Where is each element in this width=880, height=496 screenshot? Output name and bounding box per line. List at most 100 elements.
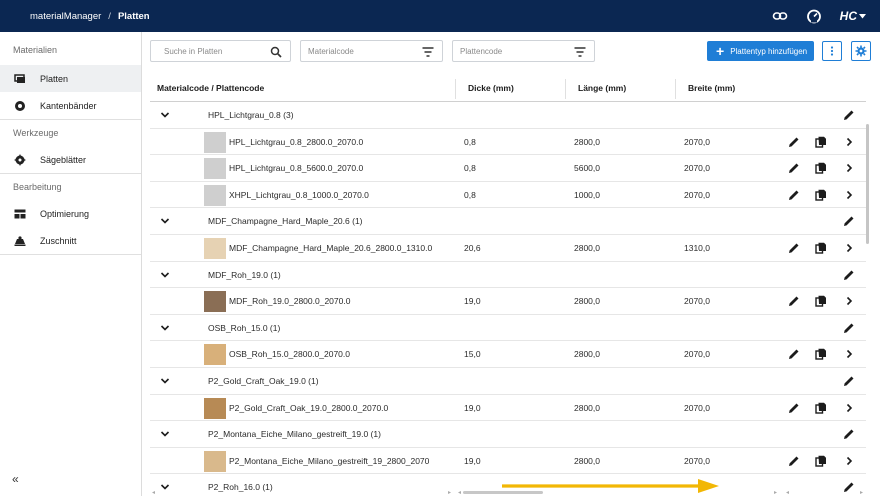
sidebar-item-optimierung[interactable]: Optimierung (0, 200, 141, 227)
table-row[interactable]: MDF_Champagne_Hard_Maple_20.6_2800.0_131… (150, 235, 866, 262)
plate-code: HPL_Lichtgrau_0.8_5600.0_2070.0 (229, 163, 364, 174)
copy-icon[interactable] (814, 347, 828, 361)
length-value: 1000,0 (574, 189, 600, 200)
table-row[interactable]: P2_Gold_Craft_Oak_19.0_2800.0_2070.0 19,0… (150, 395, 866, 422)
plattencode-filter-input[interactable] (460, 46, 560, 56)
chevron-down-icon[interactable] (160, 323, 170, 333)
copy-icon[interactable] (814, 241, 828, 255)
copy-icon[interactable] (814, 135, 828, 149)
chevron-right-icon[interactable] (842, 188, 856, 202)
optimization-icon (13, 207, 26, 220)
chevron-down-icon[interactable] (160, 376, 170, 386)
materialcode-filter[interactable] (300, 40, 443, 62)
edit-icon[interactable] (842, 321, 856, 335)
material-thumbnail (204, 158, 226, 180)
link-icon[interactable] (772, 8, 788, 24)
edit-icon[interactable] (787, 161, 801, 175)
column-divider[interactable] (565, 79, 566, 99)
group-row[interactable]: OSB_Roh_15.0 (1) (150, 315, 866, 342)
length-value: 2800,0 (574, 296, 600, 307)
edit-icon[interactable] (842, 427, 856, 441)
edit-icon[interactable] (787, 241, 801, 255)
search-icon[interactable] (269, 45, 282, 58)
sidebar-item-platten[interactable]: Platten (0, 65, 141, 92)
copy-icon[interactable] (814, 454, 828, 468)
brand-menu[interactable]: HC (840, 9, 866, 23)
chevron-down-icon[interactable] (160, 110, 170, 120)
copy-icon[interactable] (814, 401, 828, 415)
more-options-button[interactable] (822, 41, 842, 61)
chevron-right-icon[interactable] (842, 401, 856, 415)
sidebar-section-bearbeitung: Bearbeitung (0, 173, 141, 200)
group-row[interactable]: MDF_Roh_19.0 (1) (150, 262, 866, 289)
scroll-right-icon[interactable]: ▸ (860, 489, 863, 496)
material-thumbnail (204, 450, 226, 472)
chevron-right-icon[interactable] (842, 294, 856, 308)
table-row[interactable]: XHPL_Lichtgrau_0.8_1000.0_2070.0 0,8 1000,… (150, 182, 866, 209)
collapse-sidebar-button[interactable]: « (12, 472, 19, 486)
column-header-dicke[interactable]: Dicke (mm) (468, 76, 514, 101)
group-row[interactable]: P2_Gold_Craft_Oak_19.0 (1) (150, 368, 866, 395)
vertical-scrollbar-thumb[interactable] (866, 124, 869, 244)
plattencode-filter[interactable] (452, 40, 595, 62)
edit-icon[interactable] (842, 214, 856, 228)
plate-code: P2_Montana_Eiche_Milano_gestreift_19_280… (229, 455, 430, 466)
edit-icon[interactable] (787, 454, 801, 468)
scroll-left-icon[interactable]: ◂ (458, 489, 461, 496)
column-divider[interactable] (675, 79, 676, 99)
column-header-breite[interactable]: Breite (mm) (688, 76, 735, 101)
chevron-down-icon[interactable] (160, 429, 170, 439)
copy-icon[interactable] (814, 294, 828, 308)
chevron-right-icon[interactable] (842, 161, 856, 175)
sidebar-item-saegeblaetter[interactable]: Sägeblätter (0, 146, 141, 173)
group-row[interactable]: HPL_Lichtgrau_0.8 (3) (150, 102, 866, 129)
scroll-right-icon[interactable]: ▸ (448, 489, 451, 496)
table-row[interactable]: HPL_Lichtgrau_0.8_5600.0_2070.0 0,8 5600,0… (150, 155, 866, 182)
copy-icon[interactable] (814, 161, 828, 175)
chevron-right-icon[interactable] (842, 454, 856, 468)
table-row[interactable]: HPL_Lichtgrau_0.8_2800.0_2070.0 0,8 2800,0… (150, 129, 866, 156)
table-row[interactable]: OSB_Roh_15.0_2800.0_2070.0 15,0 2800,0 2070… (150, 341, 866, 368)
breadcrumb-app[interactable]: materialManager (30, 11, 101, 22)
chevron-right-icon[interactable] (842, 241, 856, 255)
search-input[interactable] (164, 46, 264, 56)
edit-icon[interactable] (842, 268, 856, 282)
settings-button[interactable] (851, 41, 871, 61)
table-row[interactable]: MDF_Roh_19.0_2800.0_2070.0 19,0 2800,0 2070… (150, 288, 866, 315)
chevron-down-icon[interactable] (160, 216, 170, 226)
filter-icon[interactable] (573, 45, 586, 58)
search-field[interactable] (150, 40, 291, 62)
sidebar-item-zuschnitt[interactable]: Zuschnitt (0, 227, 141, 254)
chevron-right-icon[interactable] (842, 135, 856, 149)
edit-icon[interactable] (787, 401, 801, 415)
thickness-value: 0,8 (464, 189, 476, 200)
plus-icon: + (716, 43, 725, 59)
column-header-code[interactable]: Materialcode / Plattencode (157, 76, 264, 101)
edit-icon[interactable] (787, 188, 801, 202)
edit-icon[interactable] (787, 135, 801, 149)
chevron-right-icon[interactable] (842, 347, 856, 361)
scroll-right-icon[interactable]: ▸ (774, 489, 777, 496)
edit-icon[interactable] (842, 374, 856, 388)
scroll-left-icon[interactable]: ◂ (786, 489, 789, 496)
table-body: HPL_Lichtgrau_0.8 (3) HPL_Lichtgrau_0.8_2… (150, 102, 866, 496)
chevron-down-icon[interactable] (160, 270, 170, 280)
column-divider[interactable] (455, 79, 456, 99)
scroll-left-icon[interactable]: ◂ (152, 489, 155, 496)
speedometer-icon[interactable] (806, 8, 822, 24)
add-plate-type-button[interactable]: + Plattentyp hinzufügen (707, 41, 814, 61)
filter-icon[interactable] (421, 45, 434, 58)
group-row[interactable]: MDF_Champagne_Hard_Maple_20.6 (1) (150, 208, 866, 235)
width-value: 2070,0 (684, 163, 710, 174)
length-value: 2800,0 (574, 242, 600, 253)
top-bar: materialManager / Platten HC (0, 0, 880, 32)
group-row[interactable]: P2_Montana_Eiche_Milano_gestreift_19.0 (… (150, 421, 866, 448)
materialcode-filter-input[interactable] (308, 46, 408, 56)
column-header-laenge[interactable]: Länge (mm) (578, 76, 626, 101)
sidebar-item-kantenbaender[interactable]: Kantenbänder (0, 92, 141, 119)
table-row[interactable]: P2_Montana_Eiche_Milano_gestreift_19_280… (150, 448, 866, 475)
edit-icon[interactable] (787, 294, 801, 308)
edit-icon[interactable] (842, 108, 856, 122)
copy-icon[interactable] (814, 188, 828, 202)
edit-icon[interactable] (787, 347, 801, 361)
